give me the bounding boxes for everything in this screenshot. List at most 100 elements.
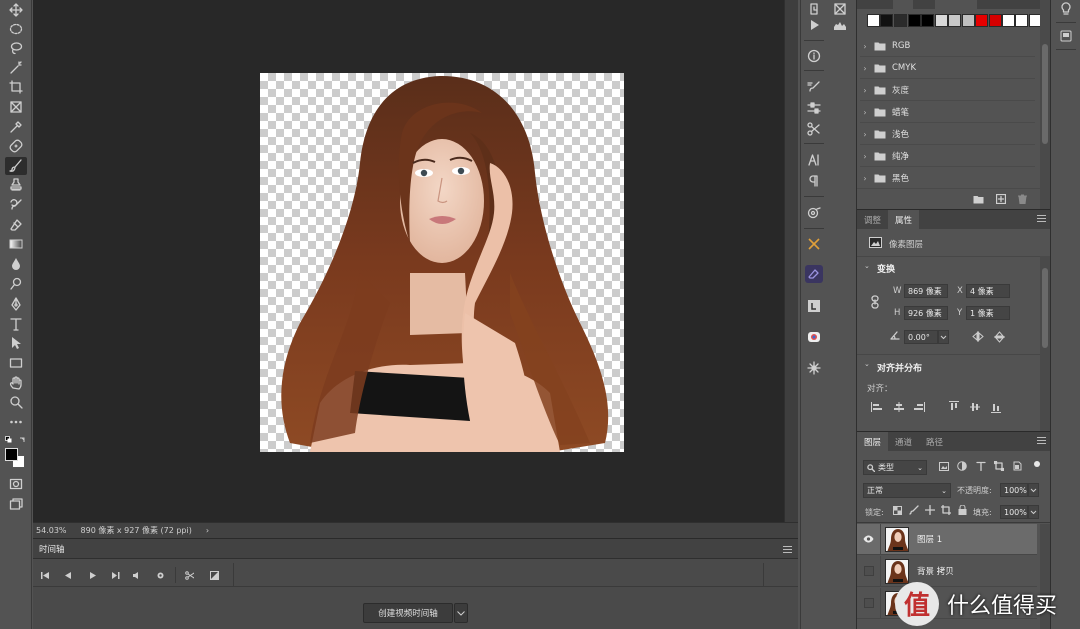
- blend-mode-select[interactable]: 正常 ⌄: [863, 483, 951, 498]
- align-right-icon[interactable]: [913, 401, 925, 413]
- layers-menu-icon[interactable]: [1037, 437, 1046, 446]
- healing-brush-icon[interactable]: [5, 137, 27, 155]
- link-dimensions-icon[interactable]: [871, 295, 879, 312]
- gradient-tool-icon[interactable]: [5, 235, 27, 253]
- align-top-icon[interactable]: [948, 401, 960, 413]
- visibility-cell[interactable]: [857, 587, 881, 619]
- foreground-color-swatch[interactable]: [5, 448, 18, 461]
- color-swatch[interactable]: [989, 14, 1002, 27]
- visibility-cell[interactable]: [857, 523, 881, 555]
- layer-name[interactable]: 背景 拷贝: [917, 565, 954, 577]
- flip-horizontal-icon[interactable]: [972, 331, 984, 345]
- settings-gear-icon[interactable]: [154, 569, 166, 581]
- move-tool-icon[interactable]: [5, 1, 27, 19]
- chevron-right-icon[interactable]: ›: [860, 130, 870, 139]
- lock-position-icon[interactable]: [924, 504, 936, 518]
- color-swatch[interactable]: [880, 14, 893, 27]
- rectangle-tool-icon[interactable]: [5, 354, 27, 372]
- plugin-eraser-icon[interactable]: [805, 265, 823, 283]
- swatch-folder[interactable]: › RGB: [860, 36, 1035, 57]
- filter-pixel-icon[interactable]: [939, 462, 949, 474]
- color-swatch[interactable]: [921, 14, 934, 27]
- eye-icon[interactable]: [863, 535, 874, 543]
- align-left-icon[interactable]: [871, 401, 883, 413]
- blur-tool-icon[interactable]: [5, 255, 27, 273]
- timeline-type-dropdown-icon[interactable]: [454, 603, 468, 623]
- play-icon[interactable]: [86, 569, 98, 581]
- 3d-navigator-icon[interactable]: [805, 204, 823, 222]
- transform-collapse-icon[interactable]: ⌄: [864, 262, 870, 270]
- screen-mode-icon[interactable]: [5, 495, 27, 513]
- new-group-icon[interactable]: [973, 194, 984, 207]
- chevron-right-icon[interactable]: ›: [860, 152, 870, 161]
- fill-dropdown-icon[interactable]: [1028, 505, 1039, 519]
- layer-row[interactable]: 图层 1: [857, 523, 1037, 555]
- eyedropper-icon[interactable]: [5, 118, 27, 136]
- transition-icon[interactable]: [208, 569, 220, 581]
- split-scissors-icon[interactable]: [183, 569, 195, 581]
- chevron-right-icon[interactable]: ›: [860, 42, 870, 51]
- plugin-snowflake-icon[interactable]: [805, 359, 823, 377]
- libraries-icon[interactable]: [1057, 27, 1075, 45]
- swatch-folder[interactable]: › 蜡笔: [860, 102, 1035, 123]
- lasso-tool-icon[interactable]: [5, 39, 27, 57]
- plugin-tools-icon[interactable]: [805, 235, 823, 253]
- timeline-menu-icon[interactable]: [783, 546, 792, 555]
- color-swatch[interactable]: [975, 14, 988, 27]
- tab-adjustments[interactable]: 调整: [857, 210, 888, 230]
- quick-mask-icon[interactable]: [5, 475, 27, 493]
- color-swatch[interactable]: [962, 14, 975, 27]
- color-swatch[interactable]: [1015, 14, 1028, 27]
- first-frame-icon[interactable]: [39, 569, 51, 581]
- clone-source-icon[interactable]: [805, 120, 823, 138]
- paragraph-panel-icon[interactable]: [805, 172, 823, 190]
- canvas-vertical-scrollbar[interactable]: [784, 0, 798, 522]
- lock-transparent-icon[interactable]: [893, 506, 902, 518]
- visibility-toggle[interactable]: [863, 598, 874, 608]
- filter-smart-object-icon[interactable]: [1012, 461, 1022, 474]
- chevron-right-icon[interactable]: ›: [860, 174, 870, 183]
- x-field[interactable]: 4 像素: [966, 284, 1010, 298]
- fill-field[interactable]: 100%: [1000, 505, 1028, 519]
- color-swatch[interactable]: [894, 14, 907, 27]
- color-swatch[interactable]: [948, 14, 961, 27]
- character-panel-icon[interactable]: [805, 151, 823, 169]
- tab-paths[interactable]: 路径: [919, 432, 950, 452]
- brush-presets-icon[interactable]: [805, 99, 823, 117]
- canvas-area[interactable]: [33, 0, 784, 522]
- chevron-right-icon[interactable]: ›: [860, 64, 870, 73]
- lock-pixels-icon[interactable]: [909, 505, 919, 518]
- zoom-tool-icon[interactable]: [5, 393, 27, 411]
- dodge-tool-icon[interactable]: [5, 275, 27, 293]
- visibility-cell[interactable]: [857, 555, 881, 587]
- properties-scrollbar[interactable]: [1040, 256, 1050, 431]
- properties-menu-icon[interactable]: [1037, 215, 1046, 224]
- align-vcenter-icon[interactable]: [969, 401, 981, 413]
- pen-tool-icon[interactable]: [5, 295, 27, 313]
- color-swatch[interactable]: [1002, 14, 1015, 27]
- create-video-timeline-button[interactable]: 创建视频时间轴: [363, 603, 453, 623]
- type-tool-icon[interactable]: [5, 315, 27, 333]
- color-swatch[interactable]: [867, 14, 880, 27]
- filter-toggle-icon[interactable]: [1034, 461, 1040, 467]
- height-field[interactable]: 926 像素: [904, 306, 948, 320]
- swatches-scrollbar[interactable]: [1040, 0, 1050, 215]
- plugin-camera-icon[interactable]: [805, 328, 823, 346]
- previous-frame-icon[interactable]: [62, 569, 74, 581]
- magic-wand-icon[interactable]: [5, 59, 27, 77]
- crop-tool-icon[interactable]: [5, 78, 27, 96]
- opacity-field[interactable]: 100%: [1000, 483, 1028, 497]
- default-colors-icon[interactable]: [5, 436, 27, 444]
- histogram-panel-icon[interactable]: [831, 16, 849, 34]
- info-panel-icon[interactable]: [805, 47, 823, 65]
- learn-bulb-icon[interactable]: [1057, 0, 1075, 18]
- marquee-tool-icon[interactable]: [5, 20, 27, 38]
- color-swatch[interactable]: [935, 14, 948, 27]
- new-swatch-icon[interactable]: [995, 193, 1007, 207]
- chevron-right-icon[interactable]: ›: [860, 108, 870, 117]
- swatch-folder[interactable]: › 浅色: [860, 124, 1035, 145]
- history-brush-icon[interactable]: [5, 196, 27, 214]
- swatch-folder[interactable]: › 灰度: [860, 80, 1035, 101]
- align-collapse-icon[interactable]: ⌄: [864, 360, 870, 368]
- chevron-right-icon[interactable]: ›: [860, 86, 870, 95]
